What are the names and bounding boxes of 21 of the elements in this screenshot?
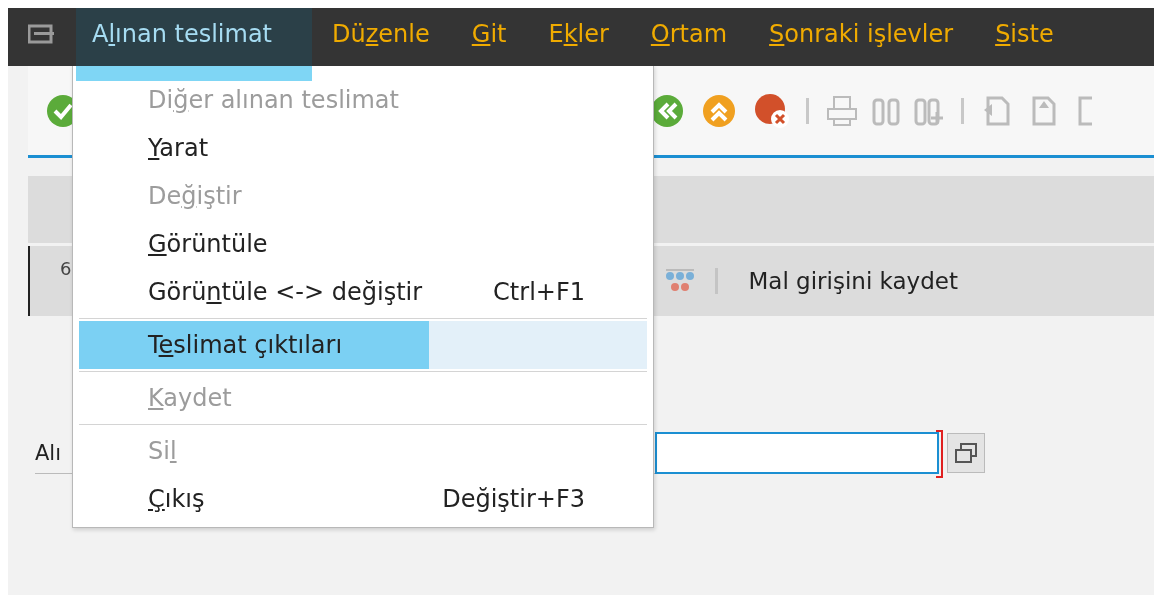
menu-bar-item[interactable]: Siste [979,8,1076,66]
menu-icon[interactable] [28,24,56,46]
menu-bar-item[interactable]: Ekler [532,8,631,66]
menu-bar-item[interactable]: Ortam [634,8,750,66]
menu-bar-item[interactable]: Düzenle [316,8,452,66]
search-help-button[interactable] [947,433,985,473]
toolbar-label[interactable]: Mal girişini kaydet [748,268,958,294]
row-number: 6 [60,257,72,279]
menu-item[interactable]: Yarat [79,124,647,172]
field-label: Alı [35,440,62,465]
menu-item[interactable]: Çıkış Değiştir+F3 [79,475,647,523]
menu-bar-item[interactable]: Alınan teslimat [76,8,313,66]
menu-item[interactable]: Teslimat çıktıları [79,321,647,369]
cancel-icon[interactable] [754,92,790,129]
up-icon[interactable] [702,93,736,128]
menu-bar-item[interactable]: Git [455,8,529,66]
copy-icon [954,442,978,464]
menu-item[interactable]: Görüntüle [79,220,647,268]
menu-item[interactable]: Görüntüle <-> değiştir Ctrl+F1 [79,268,647,316]
print-icon[interactable] [825,93,859,128]
menu-bar-item[interactable]: Sonraki işlevler [753,8,976,66]
